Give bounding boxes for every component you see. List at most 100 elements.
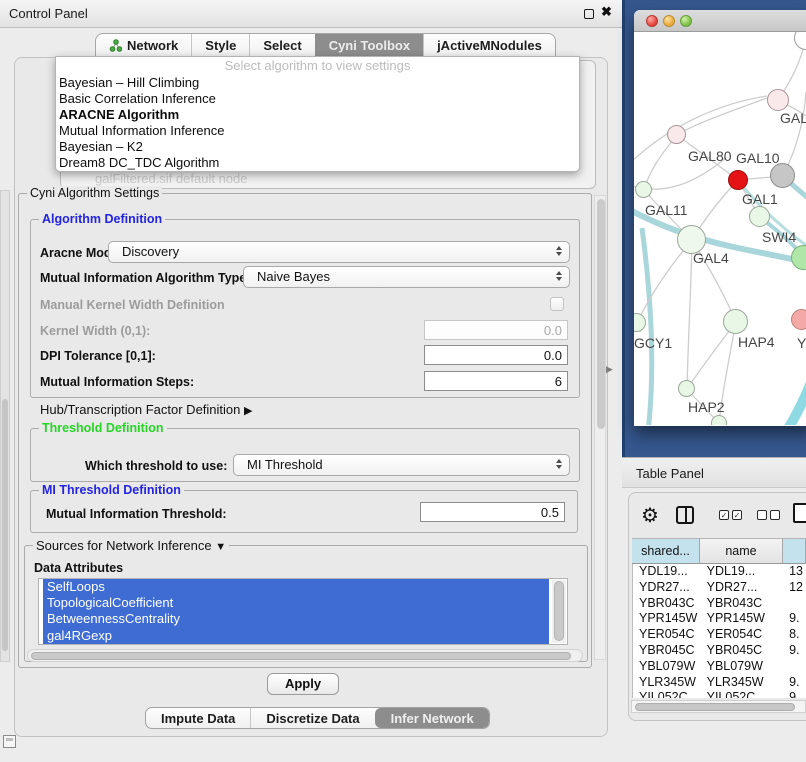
node-label: HAP2 [688,399,725,415]
node-label: GAL80 [688,148,732,164]
table-row[interactable]: YDL19...YDL19...13 [633,564,806,580]
mi-steps-field[interactable]: 6 [424,371,568,391]
manual-kernel-label: Manual Kernel Width Definition [40,298,225,312]
network-node[interactable] [723,309,748,334]
node-table[interactable]: YDL19...YDL19...13 YDR27...YDR27...12 YB… [632,564,806,698]
network-node[interactable] [635,181,652,198]
select-all-checkbox-icon[interactable]: ✓ [732,510,742,520]
column-header-name[interactable]: name [700,538,783,564]
column-header-shared[interactable]: shared... [632,538,700,564]
splitter-handle-icon[interactable]: ▶ [606,364,613,375]
tab-cyni-toolbox[interactable]: Cyni Toolbox [315,34,423,57]
float-panel-icon[interactable] [584,9,594,19]
list-item[interactable]: SelfLoops [43,579,549,595]
network-node[interactable] [749,206,770,227]
control-panel-tabs: Network Style Select Cyni Toolbox jActiv… [95,33,556,57]
node-label: GAL11 [645,202,688,218]
expand-right-icon: ▶ [244,405,252,417]
dropdown-item[interactable]: Bayesian – K2 [56,139,579,155]
mi-steps-label: Mutual Information Steps: [40,375,194,389]
node-label: GCY1 [634,335,672,351]
list-item[interactable]: gal4RGexp [43,628,549,644]
dropdown-item[interactable]: Basic Correlation Inference [56,91,579,107]
table-row[interactable]: YER054CYER054C8. [633,627,806,643]
node-label: GAL10 [736,150,780,166]
table-row[interactable]: YPR145WYPR145W9. [633,611,806,627]
group-title: MI Threshold Definition [39,483,184,497]
data-attributes-list[interactable]: SelfLoops TopologicalCoefficient Between… [38,578,568,645]
network-window-titlebar[interactable] [634,10,806,32]
deselect-all-checkbox-icon[interactable] [757,510,767,520]
tab-label: Network [127,34,178,57]
list-item[interactable]: BetweennessCentrality [43,611,549,627]
hub-section-label: Hub/Transcription Factor Definition [40,402,240,417]
combo-arrows-icon [556,459,562,469]
zoom-window-button[interactable] [680,15,692,27]
network-canvas[interactable]: GAL GAL80 GAL10 GAL1 GAL11 SWI4 GAL4 GCY… [634,32,806,425]
kernel-width-field[interactable]: 0.0 [424,320,568,340]
tab-impute-data[interactable]: Impute Data [146,708,250,728]
tab-discretize-data[interactable]: Discretize Data [250,708,374,728]
show-columns-icon[interactable] [676,506,694,524]
hub-section-toggle[interactable]: Hub/Transcription Factor Definition ▶ [40,402,252,417]
aracne-mode-select[interactable]: Discovery [108,241,570,263]
tab-select[interactable]: Select [249,34,314,57]
sources-toggle[interactable]: Sources for Network Inference ▼ [33,538,229,553]
mi-threshold-label: Mutual Information Threshold: [46,507,227,521]
tab-label: jActiveMNodules [437,34,542,57]
tab-infer-network[interactable]: Infer Network [375,708,489,728]
table-row[interactable]: YBR045CYBR045C9. [633,643,806,659]
table-row[interactable]: YBL079WYBL079W [633,659,806,675]
network-node[interactable] [770,163,795,188]
dropdown-placeholder: Select algorithm to view settings [56,57,579,75]
network-node[interactable] [711,415,727,425]
column-header-partial[interactable] [783,538,806,564]
mi-type-select[interactable]: Naive Bayes [243,266,570,288]
tab-label: Style [205,34,236,57]
node-label: GAL4 [693,250,729,266]
network-node[interactable] [791,309,806,330]
group-title: Threshold Definition [39,421,167,435]
dropdown-item[interactable]: Mutual Information Inference [56,123,579,139]
network-node-selected[interactable] [728,170,748,190]
table-row[interactable]: YBR043CYBR043C [633,596,806,612]
select-all-checkbox-icon[interactable]: ✓ [719,510,729,520]
dropdown-item[interactable]: Bayesian – Hill Climbing [56,75,579,91]
dropdown-item[interactable]: Dream8 DC_TDC Algorithm [56,155,579,171]
combo-arrows-icon [556,246,562,256]
network-node[interactable] [667,125,686,144]
apply-button[interactable]: Apply [267,673,339,695]
mi-threshold-field[interactable]: 0.5 [420,502,565,522]
table-panel-header: Table Panel [622,457,806,488]
list-item[interactable]: TopologicalCoefficient [43,595,549,611]
sources-title: Sources for Network Inference [36,538,212,553]
group-title: Algorithm Definition [39,212,165,226]
table-row[interactable]: YDR27...YDR27...12 [633,580,806,596]
which-threshold-select[interactable]: MI Threshold [233,454,570,476]
minimize-window-button[interactable] [663,15,675,27]
export-table-icon[interactable] [793,503,806,523]
sources-horizontal-scrollbar[interactable] [27,649,583,662]
tab-network[interactable]: Network [96,34,191,57]
dpi-tolerance-field[interactable]: 0.0 [424,345,568,365]
deselect-all-checkbox-icon[interactable] [770,510,780,520]
control-panel-header: Control Panel ✖ [0,0,622,28]
manual-kernel-checkbox[interactable] [550,297,564,311]
tab-style[interactable]: Style [191,34,249,57]
table-horizontal-scrollbar[interactable] [631,700,806,713]
list-vertical-scrollbar[interactable] [552,580,566,643]
settings-vertical-scrollbar[interactable] [594,195,606,660]
table-settings-gear-icon[interactable]: ⚙ [641,503,659,528]
panel-left-scrollbar[interactable] [0,190,10,662]
network-node[interactable] [678,380,695,397]
network-node[interactable] [767,89,789,111]
dropdown-item-selected[interactable]: ARACNE Algorithm [56,107,579,123]
table-row[interactable]: YIL052CYIL052C9. [633,690,806,698]
dock-panel-icon[interactable] [3,735,16,748]
close-panel-icon[interactable]: ✖ [601,4,612,20]
which-threshold-label: Which threshold to use: [85,459,227,473]
close-window-button[interactable] [646,15,658,27]
tab-jactivemnodules[interactable]: jActiveMNodules [423,34,555,57]
table-row[interactable]: YLR345WYLR345W9. [633,675,806,691]
network-icon [109,39,122,52]
